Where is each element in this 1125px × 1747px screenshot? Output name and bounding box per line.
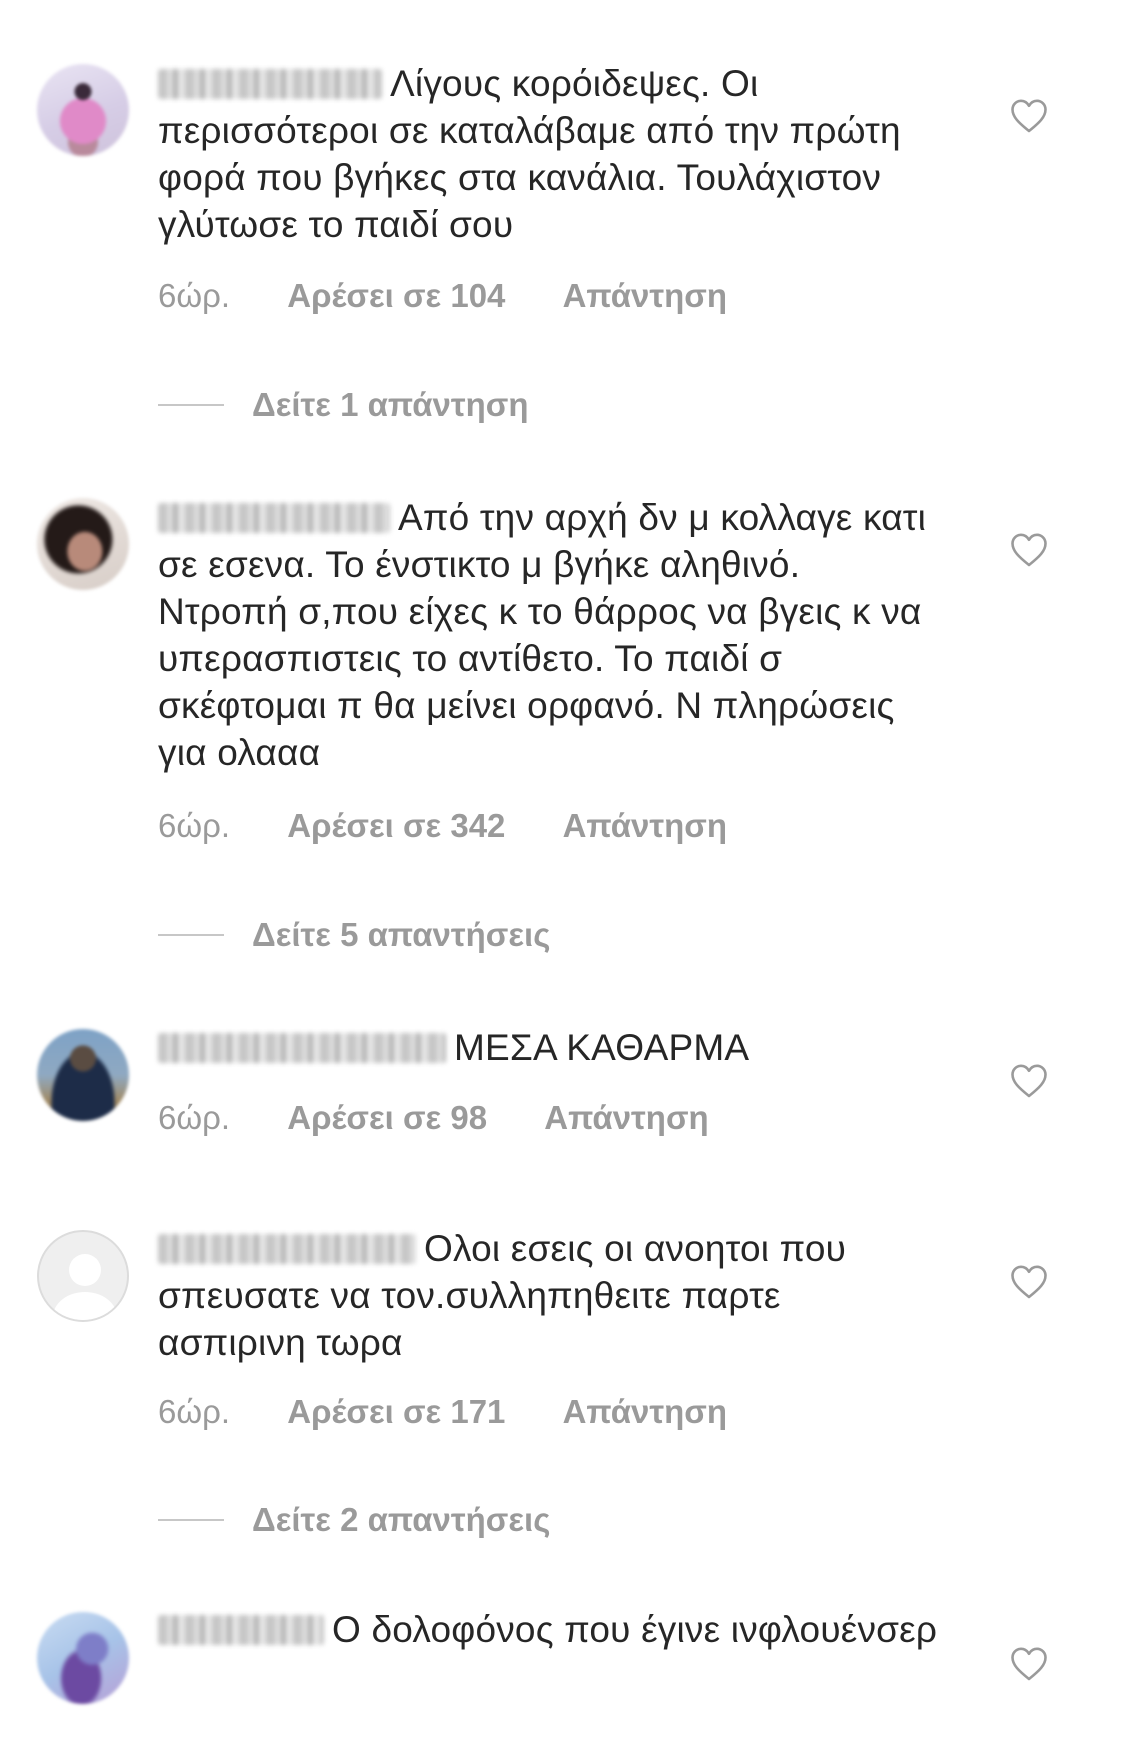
reply-button[interactable]: Απάντηση <box>563 806 727 846</box>
heart-outline-icon[interactable] <box>1010 1646 1048 1682</box>
comment-time: 6ώρ. <box>158 1393 231 1430</box>
reply-button[interactable]: Απάντηση <box>563 1392 727 1432</box>
comment-text: Ο δολοφόνος που έγινε ινφλουένσερ <box>158 1606 938 1653</box>
username-blurred[interactable] <box>158 503 390 533</box>
comment-body: Από την αρχή δν μ κολλαγε κατι σε εσενα.… <box>158 497 927 773</box>
comment-text: Λίγους κορόιδεψες. Οι περισσότεροι σε κα… <box>158 60 938 248</box>
replies-divider <box>158 1519 224 1522</box>
avatar[interactable] <box>37 1029 129 1121</box>
comment-body: Ο δολοφόνος που έγινε ινφλουένσερ <box>332 1609 938 1650</box>
comments-screen: Λίγους κορόιδεψες. Οι περισσότεροι σε κα… <box>0 0 1125 1747</box>
username-blurred[interactable] <box>158 1033 446 1063</box>
heart-outline-icon[interactable] <box>1010 1264 1048 1300</box>
view-replies-label: Δείτε 5 απαντήσεις <box>252 916 551 953</box>
avatar-body-shape <box>53 1292 117 1320</box>
comment-meta: 6ώρ. Αρέσει σε 171 Απάντηση <box>158 1392 727 1432</box>
view-replies-link[interactable]: Δείτε 5 απαντήσεις <box>158 915 550 955</box>
default-avatar-icon[interactable] <box>37 1230 129 1322</box>
view-replies-link[interactable]: Δείτε 1 απάντηση <box>158 385 529 425</box>
comment-text: Από την αρχή δν μ κολλαγε κατι σε εσενα.… <box>158 494 938 776</box>
comment-body: ΜΕΣΑ ΚΑΘΑΡΜΑ <box>454 1027 750 1068</box>
likes-count[interactable]: Αρέσει σε 104 <box>287 276 505 316</box>
view-replies-label: Δείτε 1 απάντηση <box>252 386 529 423</box>
replies-divider <box>158 934 224 937</box>
avatar[interactable] <box>37 1612 129 1704</box>
comment-meta: 6ώρ. Αρέσει σε 104 Απάντηση <box>158 276 727 316</box>
username-blurred[interactable] <box>158 1234 416 1264</box>
reply-button[interactable]: Απάντηση <box>544 1098 708 1138</box>
comment-meta: 6ώρ. Αρέσει σε 342 Απάντηση <box>158 806 727 846</box>
heart-outline-icon[interactable] <box>1010 98 1048 134</box>
comment-meta: 6ώρ. Αρέσει σε 98 Απάντηση <box>158 1098 709 1138</box>
view-replies-label: Δείτε 2 απαντήσεις <box>252 1501 551 1538</box>
view-replies-link[interactable]: Δείτε 2 απαντήσεις <box>158 1500 550 1540</box>
comment-text: Ολοι εσεις οι ανοητοι που σπευσατε να το… <box>158 1225 938 1366</box>
reply-button[interactable]: Απάντηση <box>563 276 727 316</box>
replies-divider <box>158 404 224 407</box>
username-blurred[interactable] <box>158 1615 324 1645</box>
likes-count[interactable]: Αρέσει σε 342 <box>287 806 505 846</box>
username-blurred[interactable] <box>158 69 382 99</box>
comment-time: 6ώρ. <box>158 277 231 314</box>
heart-outline-icon[interactable] <box>1010 532 1048 568</box>
avatar-head-shape <box>69 1254 101 1286</box>
comment-time: 6ώρ. <box>158 807 231 844</box>
likes-count[interactable]: Αρέσει σε 171 <box>287 1392 505 1432</box>
comment-time: 6ώρ. <box>158 1099 231 1136</box>
avatar[interactable] <box>37 498 129 590</box>
avatar[interactable] <box>37 64 129 156</box>
likes-count[interactable]: Αρέσει σε 98 <box>287 1098 487 1138</box>
heart-outline-icon[interactable] <box>1010 1063 1048 1099</box>
comment-text: ΜΕΣΑ ΚΑΘΑΡΜΑ <box>158 1024 938 1071</box>
